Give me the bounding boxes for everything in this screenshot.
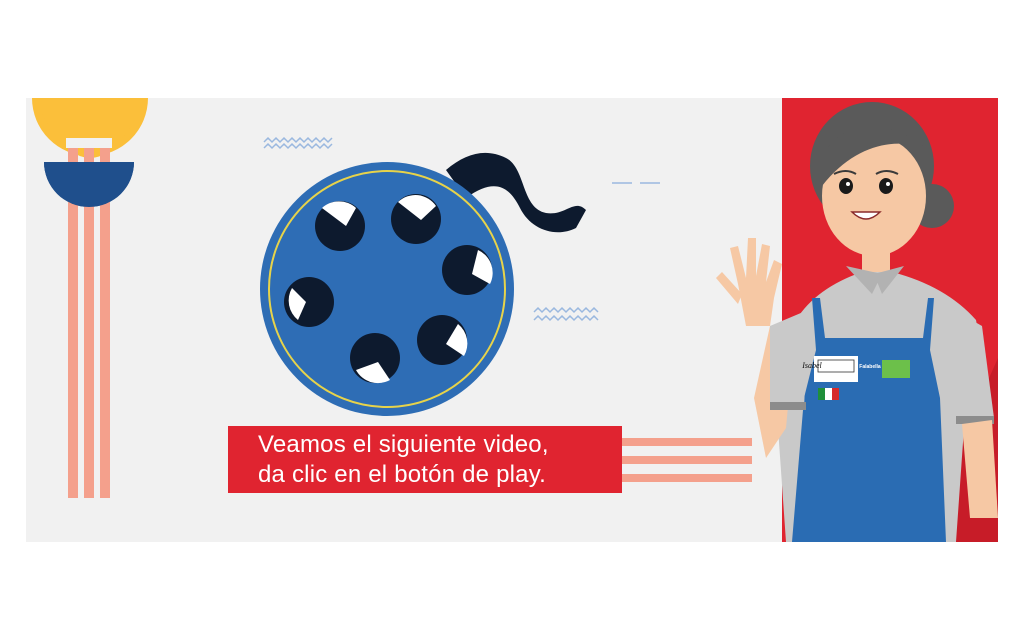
badge-name: Isabel xyxy=(802,361,822,370)
caption-line-2: da clic en el botón de play. xyxy=(258,461,547,488)
film-reel-icon xyxy=(260,152,586,416)
stripe-decoration xyxy=(622,438,752,482)
mexico-flag-icon xyxy=(818,388,839,400)
zigzag-decoration xyxy=(533,306,599,314)
slide-canvas: Isabel Falabella Veamos el siguiente vid… xyxy=(26,98,998,542)
caption-line-1: Veamos el siguiente video, xyxy=(258,431,549,458)
lamp-decoration xyxy=(32,98,148,498)
caption-box: Veamos el siguiente video, da clic en el… xyxy=(228,426,622,493)
zigzag-decoration xyxy=(263,136,333,144)
badge-brand: Falabella xyxy=(859,364,881,370)
